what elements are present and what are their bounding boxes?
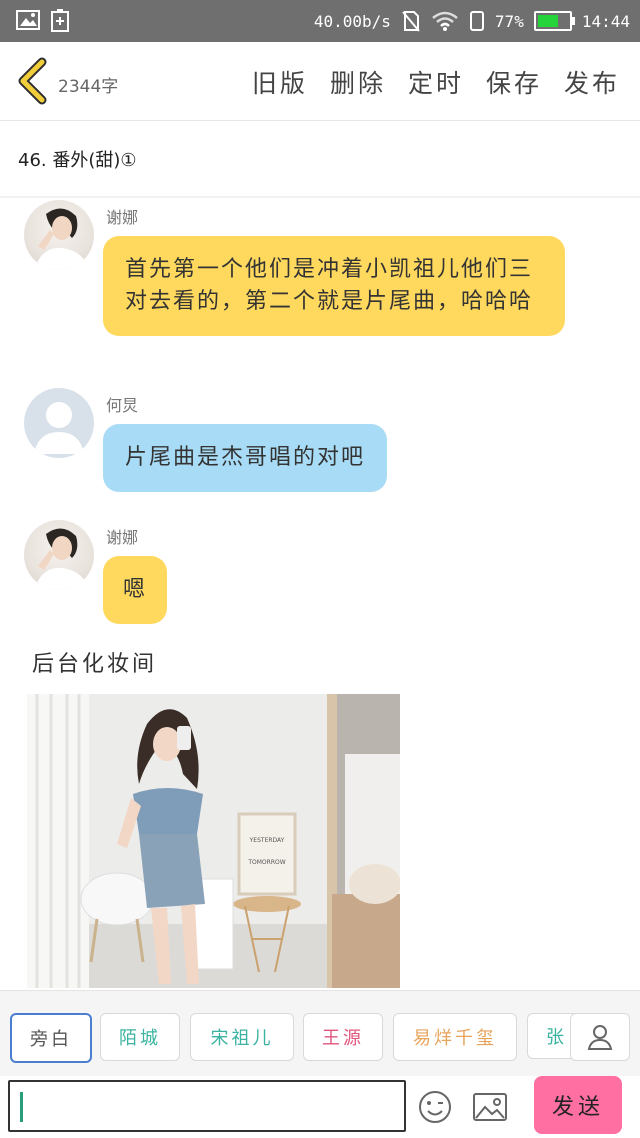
role-label: 易烊千玺 [413,1028,497,1049]
word-count: 2344字 [58,77,119,97]
message-bubble[interactable]: 首先第一个他们是冲着小凯祖儿他们三对去看的，第二个就是片尾曲，哈哈哈 [103,236,565,336]
phone-icon [469,11,484,31]
message-bubble[interactable]: 片尾曲是杰哥唱的对吧 [103,424,388,492]
speaker-name: 谢娜 [106,528,139,547]
scene-photo[interactable]: YESTERDAY TOMORROW [27,694,400,988]
compose-bar: 发送 [0,1076,640,1138]
avatar[interactable] [24,388,94,458]
smiley-icon[interactable] [418,1090,452,1124]
avatar[interactable] [24,520,94,590]
image-icon[interactable] [472,1090,508,1124]
clock: 14:44 [581,11,630,31]
battery-saver-notification-icon [51,9,69,32]
header-actions: 旧版 删除 定时 保存 发布 [252,64,620,100]
svg-text:YESTERDAY: YESTERDAY [249,837,285,844]
role-label: 旁白 [30,1029,72,1050]
old-version-button[interactable]: 旧版 [252,64,308,100]
editor-header: 2344字 旧版 删除 定时 保存 发布 [0,42,640,121]
save-button[interactable]: 保存 [486,64,542,100]
network-speed: 40.00b/s [313,11,391,31]
manage-roles-button[interactable] [570,1013,630,1061]
role-label: 宋祖儿 [210,1028,274,1049]
no-sim-icon [402,11,420,32]
schedule-button[interactable]: 定时 [408,64,464,100]
role-mocheng-chip[interactable]: 陌城 [100,1013,180,1061]
send-button[interactable]: 发送 [534,1076,622,1134]
gallery-notification-icon [16,10,40,30]
send-label: 发送 [551,1095,604,1120]
speaker-name: 谢娜 [106,208,139,227]
role-label: 张 [546,1027,567,1048]
svg-text:TOMORROW: TOMORROW [247,859,285,866]
scene-label[interactable]: 后台化妆间 [32,646,157,678]
role-songzuer-chip[interactable]: 宋祖儿 [190,1013,294,1061]
message-input[interactable] [8,1080,406,1132]
battery-icon [533,11,575,31]
message-bubble[interactable]: 嗯 [103,556,168,624]
chevron-left-icon[interactable] [14,56,52,106]
user-icon [587,1025,613,1050]
avatar[interactable] [24,200,94,270]
wifi-icon [432,11,458,31]
text-caret [20,1092,23,1122]
role-narrator-chip[interactable]: 旁白 [10,1013,92,1063]
delete-button[interactable]: 删除 [330,64,386,100]
role-yiyangqianxi-chip[interactable]: 易烊千玺 [393,1013,517,1061]
role-wangyuan-chip[interactable]: 王源 [303,1013,383,1061]
role-label: 陌城 [119,1028,161,1049]
divider [0,196,640,198]
role-selector: 旁白 陌城 宋祖儿 王源 易烊千玺 张 [0,990,640,1077]
chapter-title[interactable]: 46. 番外(甜)① [18,146,137,172]
status-bar: 40.00b/s 77% 14:44 [0,0,640,42]
publish-button[interactable]: 发布 [564,64,620,100]
speaker-name: 何炅 [106,396,139,415]
role-label: 王源 [322,1028,364,1049]
battery-percent: 77% [494,11,524,31]
